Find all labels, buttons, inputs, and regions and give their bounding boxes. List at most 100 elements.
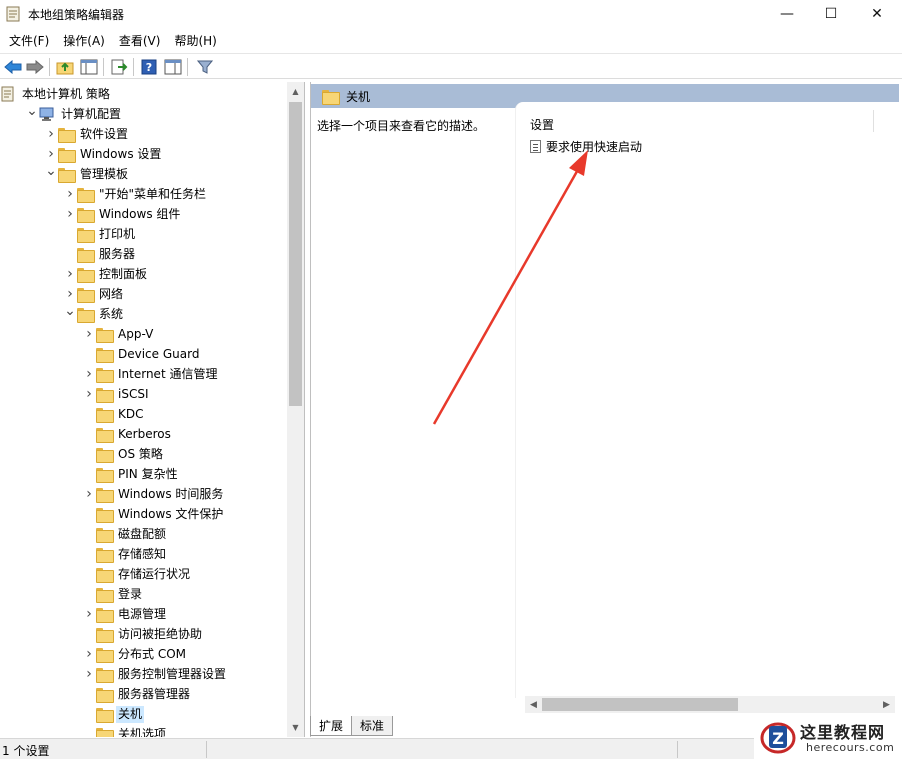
tree-node-label: iSCSI bbox=[118, 386, 149, 401]
setting-item-fast-startup[interactable]: 要求使用快速启动 bbox=[530, 138, 642, 155]
filter-button[interactable] bbox=[195, 57, 215, 77]
tree-node[interactable]: › Internet 通信管理 bbox=[0, 364, 287, 384]
tree-node-label: Windows 设置 bbox=[80, 146, 162, 161]
scroll-down-icon[interactable]: ▼ bbox=[287, 719, 304, 736]
tree-node-label: 服务器 bbox=[99, 246, 136, 261]
folder-icon bbox=[96, 467, 114, 483]
chevron-right-icon[interactable]: › bbox=[82, 484, 96, 504]
tree-node[interactable]: 登录 bbox=[0, 584, 287, 604]
chevron-right-icon[interactable]: › bbox=[82, 384, 96, 404]
toolbar-separator bbox=[133, 58, 134, 76]
tree-node[interactable]: › 分布式 COM bbox=[0, 644, 287, 664]
tree-node[interactable]: › 网络 bbox=[0, 284, 287, 304]
tree-node[interactable]: PIN 复杂性 bbox=[0, 464, 287, 484]
show-hide-tree-button[interactable] bbox=[79, 57, 99, 77]
minimize-button[interactable]: — bbox=[764, 0, 810, 28]
scroll-right-icon[interactable]: ▶ bbox=[878, 696, 895, 713]
maximize-button[interactable]: ☐ bbox=[808, 0, 854, 28]
status-separator bbox=[206, 741, 207, 758]
folder-icon bbox=[96, 547, 114, 563]
chevron-right-icon[interactable]: › bbox=[82, 644, 96, 664]
tree-node[interactable]: Windows 文件保护 bbox=[0, 504, 287, 524]
settings-horizontal-scrollbar[interactable]: ◀ ▶ bbox=[525, 696, 895, 713]
tree-node[interactable]: ⌄ 管理模板 bbox=[0, 161, 287, 184]
chevron-right-icon[interactable]: › bbox=[63, 184, 77, 204]
menu-help[interactable]: 帮助(H) bbox=[167, 30, 223, 52]
up-one-level-button[interactable] bbox=[55, 57, 75, 77]
tree-node[interactable]: KDC bbox=[0, 404, 287, 424]
chevron-right-icon[interactable]: › bbox=[63, 204, 77, 224]
tree-node[interactable]: 本地计算机 策略 bbox=[0, 84, 287, 104]
scroll-left-icon[interactable]: ◀ bbox=[525, 696, 542, 713]
tree-node[interactable]: › Windows 组件 bbox=[0, 204, 287, 224]
chevron-right-icon[interactable]: › bbox=[82, 664, 96, 684]
tree-node-label: PIN 复杂性 bbox=[118, 466, 178, 481]
tree-node-label: 关机选项 bbox=[118, 726, 167, 738]
tree-scroll-thumb[interactable] bbox=[289, 102, 302, 406]
folder-up-icon bbox=[56, 62, 74, 75]
chevron-right-icon[interactable]: › bbox=[44, 124, 58, 144]
tree-vertical-scrollbar[interactable]: ▲ ▼ bbox=[287, 82, 304, 737]
folder-icon bbox=[96, 327, 114, 343]
folder-icon bbox=[96, 587, 114, 603]
tree-node[interactable]: 访问被拒绝协助 bbox=[0, 624, 287, 644]
forward-button[interactable] bbox=[25, 57, 45, 77]
chevron-down-icon[interactable]: ⌄ bbox=[44, 161, 58, 181]
tree-node[interactable]: › App-V bbox=[0, 324, 287, 344]
scroll-up-icon[interactable]: ▲ bbox=[287, 83, 304, 100]
tree-node[interactable]: › 服务控制管理器设置 bbox=[0, 664, 287, 684]
close-button[interactable]: ✕ bbox=[854, 0, 900, 28]
tree-node-label: 分布式 COM bbox=[118, 646, 186, 661]
tree-node[interactable]: 存储运行状况 bbox=[0, 564, 287, 584]
console-tree-icon bbox=[80, 59, 98, 75]
folder-icon bbox=[77, 207, 95, 223]
tree-node[interactable]: 打印机 bbox=[0, 224, 287, 244]
folder-icon bbox=[58, 127, 76, 143]
settings-scroll-thumb[interactable] bbox=[542, 698, 738, 711]
tree-node[interactable]: › Windows 时间服务 bbox=[0, 484, 287, 504]
tree-node[interactable]: › 控制面板 bbox=[0, 264, 287, 284]
chevron-right-icon[interactable]: › bbox=[82, 324, 96, 344]
tree-node[interactable]: Kerberos bbox=[0, 424, 287, 444]
tree-node[interactable]: ⌄ 系统 bbox=[0, 301, 287, 324]
folder-icon bbox=[77, 267, 95, 283]
tree-node[interactable]: 关机选项 bbox=[0, 724, 287, 737]
tree-node[interactable]: 关机 bbox=[0, 704, 287, 724]
tree-node[interactable]: ⌄ 计算机配置 bbox=[0, 101, 287, 124]
tree-node[interactable]: 服务器 bbox=[0, 244, 287, 264]
chevron-down-icon[interactable]: ⌄ bbox=[63, 301, 77, 321]
toolbar-separator bbox=[187, 58, 188, 76]
tab-standard[interactable]: 标准 bbox=[351, 716, 394, 736]
chevron-right-icon[interactable]: › bbox=[82, 604, 96, 624]
tree-node[interactable]: 服务器管理器 bbox=[0, 684, 287, 704]
back-button[interactable] bbox=[3, 57, 23, 77]
settings-column-header[interactable]: 设置 bbox=[530, 116, 554, 133]
tree-node[interactable]: 磁盘配额 bbox=[0, 524, 287, 544]
chevron-right-icon[interactable]: › bbox=[63, 264, 77, 284]
help-button[interactable]: ? bbox=[139, 57, 159, 77]
column-divider[interactable] bbox=[873, 110, 874, 132]
tree-node[interactable]: › "开始"菜单和任务栏 bbox=[0, 184, 287, 204]
chevron-down-icon[interactable]: ⌄ bbox=[25, 101, 39, 121]
tree-node[interactable]: 存储感知 bbox=[0, 544, 287, 564]
tree-node-label: 系统 bbox=[99, 306, 124, 321]
menu-action[interactable]: 操作(A) bbox=[56, 30, 112, 52]
tree-node[interactable]: Device Guard bbox=[0, 344, 287, 364]
chevron-right-icon[interactable]: › bbox=[82, 364, 96, 384]
menu-file[interactable]: 文件(F) bbox=[0, 30, 56, 52]
tree-node[interactable]: › iSCSI bbox=[0, 384, 287, 404]
tree-node[interactable]: › 电源管理 bbox=[0, 604, 287, 624]
tree-node-label: 访问被拒绝协助 bbox=[118, 626, 203, 641]
export-list-button[interactable] bbox=[109, 57, 129, 77]
show-hide-action-pane-button[interactable] bbox=[163, 57, 183, 77]
tree-node[interactable]: › 软件设置 bbox=[0, 124, 287, 144]
menu-view[interactable]: 查看(V) bbox=[112, 30, 168, 52]
tree-node-label: Kerberos bbox=[118, 426, 171, 441]
tab-extended[interactable]: 扩展 bbox=[310, 716, 353, 736]
tree-node[interactable]: OS 策略 bbox=[0, 444, 287, 464]
policy-setting-icon bbox=[530, 140, 541, 153]
